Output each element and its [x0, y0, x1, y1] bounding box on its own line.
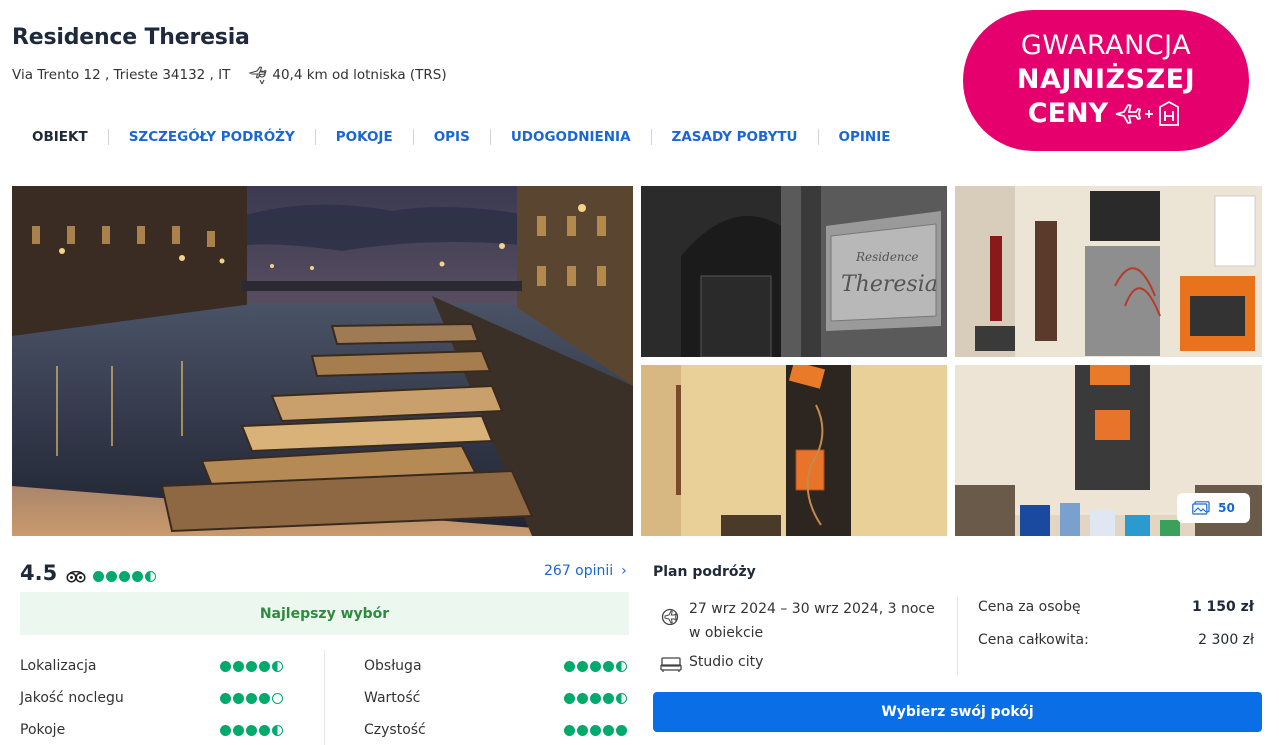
badge-line-3-text: CENY — [1027, 98, 1109, 129]
calendar-plane-icon — [661, 608, 679, 626]
badge-line-1: GWARANCJA — [1020, 30, 1192, 61]
reviews-link[interactable]: 267 opinii › — [544, 563, 627, 579]
images-icon — [1192, 501, 1210, 515]
sub-rating-label-cleanliness: Czystość — [364, 722, 426, 738]
best-choice-banner: Najlepszy wybór — [20, 592, 629, 635]
svg-text:Residence: Residence — [855, 250, 918, 264]
rating-score: 4.5 — [20, 561, 58, 585]
tripadvisor-owl-icon — [66, 570, 86, 583]
tab-opis[interactable]: OPIS — [412, 129, 490, 145]
price-per-person-label: Cena za osobę — [978, 599, 1081, 615]
sub-rating-label-location: Lokalizacja — [20, 658, 97, 674]
tab-pokoje[interactable]: POKOJE — [314, 129, 413, 145]
hotel-address: Via Trento 12 , Trieste 34132 , IT — [12, 67, 231, 83]
gallery-count: 50 — [1218, 501, 1235, 515]
sub-rating-label-sleep-quality: Jakość noclegu — [20, 690, 124, 706]
flight-plus-hotel-icon — [1115, 100, 1180, 126]
hotel-title: Residence Theresia — [12, 25, 250, 50]
price-divider — [957, 597, 958, 675]
sub-rating-bubbles-location — [220, 661, 283, 672]
photo-reception[interactable] — [955, 186, 1262, 357]
sub-rating-bubbles-rooms — [220, 725, 283, 736]
property-nav: OBIEKT SZCZEGÓŁY PODRÓŻY POKOJE OPIS UDO… — [12, 126, 910, 148]
sub-rating-bubbles-service — [564, 661, 627, 672]
reviews-count: 267 opinii — [544, 563, 614, 579]
svg-text:Theresia: Theresia — [841, 272, 938, 297]
plan-title: Plan podróży — [653, 564, 756, 580]
plan-dates: 27 wrz 2024 – 30 wrz 2024, 3 noce w obie… — [689, 601, 935, 641]
rating-bubbles — [93, 571, 157, 582]
lowest-price-guarantee-badge: GWARANCJA NAJNIŻSZEJ CENY — [963, 10, 1249, 151]
airport-distance-icon — [248, 66, 268, 85]
sub-rating-label-value: Wartość — [364, 690, 421, 706]
sub-rating-label-rooms: Pokoje — [20, 722, 66, 738]
tab-szczegoly-podrozy[interactable]: SZCZEGÓŁY PODRÓŻY — [107, 129, 315, 145]
tab-zasady-pobytu[interactable]: ZASADY POBYTU — [650, 129, 818, 145]
main-photo-canal[interactable] — [12, 186, 633, 536]
chevron-right-icon: › — [621, 563, 627, 579]
badge-line-2: NAJNIŻSZEJ — [1016, 64, 1196, 95]
bed-icon — [660, 657, 682, 672]
sub-rating-label-service: Obsługa — [364, 658, 422, 674]
tab-opinie[interactable]: OPINIE — [817, 129, 911, 145]
address-row: Via Trento 12 , Trieste 34132 , IT 40,4 … — [12, 65, 447, 85]
sub-rating-bubbles-sleep-quality — [220, 693, 283, 704]
badge-line-3: CENY — [963, 98, 1249, 129]
airport-distance: 40,4 km od lotniska (TRS) — [272, 67, 447, 83]
price-total-label: Cena całkowita: — [978, 632, 1089, 648]
sub-ratings-divider — [324, 650, 325, 745]
photo-wall-art[interactable] — [641, 365, 947, 536]
sub-rating-bubbles-cleanliness — [564, 725, 627, 736]
tab-obiekt[interactable]: OBIEKT — [12, 129, 108, 145]
plan-room-type: Studio city — [689, 654, 764, 670]
choose-room-button[interactable]: Wybierz swój pokój — [653, 692, 1262, 732]
tripadvisor-rating — [66, 566, 157, 585]
tab-udogodnienia[interactable]: UDOGODNIENIA — [489, 129, 651, 145]
gallery-count-button[interactable]: 50 — [1177, 493, 1250, 523]
sub-rating-bubbles-value — [564, 693, 627, 704]
photo-entrance-sign[interactable]: Residence Theresia — [641, 186, 947, 357]
price-total: 2 300 zł — [1198, 632, 1254, 648]
price-per-person: 1 150 zł — [1191, 599, 1254, 615]
